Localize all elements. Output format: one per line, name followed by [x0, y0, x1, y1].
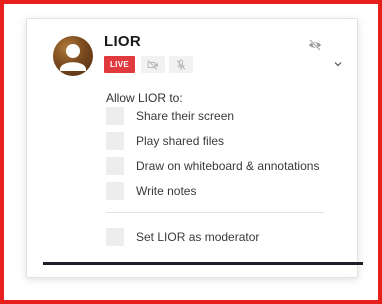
permission-label: Share their screen: [136, 109, 235, 123]
permission-play-shared-files[interactable]: Play shared files: [106, 132, 224, 150]
participant-name: LIOR: [104, 33, 142, 50]
user-avatar-icon: [60, 44, 86, 71]
live-badge[interactable]: LIVE: [104, 56, 135, 73]
video-toggle-button[interactable]: [141, 56, 165, 73]
permission-label: Play shared files: [136, 134, 225, 148]
write-notes-checkbox[interactable]: [106, 182, 124, 200]
play-shared-files-checkbox[interactable]: [106, 132, 124, 150]
permission-share-screen[interactable]: Share their screen: [106, 107, 234, 125]
permission-label: Draw on whiteboard & annotations: [136, 159, 320, 173]
permission-set-moderator[interactable]: Set LIOR as moderator: [106, 228, 259, 246]
set-moderator-checkbox[interactable]: [106, 228, 124, 246]
permissions-heading: Allow LIOR to:: [106, 91, 183, 105]
permission-draw-whiteboard[interactable]: Draw on whiteboard & annotations: [106, 157, 319, 175]
permission-label: Set LIOR as moderator: [136, 230, 260, 244]
permission-label: Write notes: [136, 184, 197, 198]
bottom-divider: [43, 262, 363, 265]
section-divider: [106, 212, 324, 213]
chevron-down-icon[interactable]: [333, 60, 343, 68]
permission-write-notes[interactable]: Write notes: [106, 182, 196, 200]
draw-whiteboard-checkbox[interactable]: [106, 157, 124, 175]
mic-toggle-button[interactable]: [169, 56, 193, 73]
share-screen-checkbox[interactable]: [106, 107, 124, 125]
eye-off-icon[interactable]: [308, 39, 322, 51]
mic-off-icon: [176, 59, 186, 70]
participant-avatar: [53, 36, 93, 76]
video-off-icon: [147, 59, 158, 70]
